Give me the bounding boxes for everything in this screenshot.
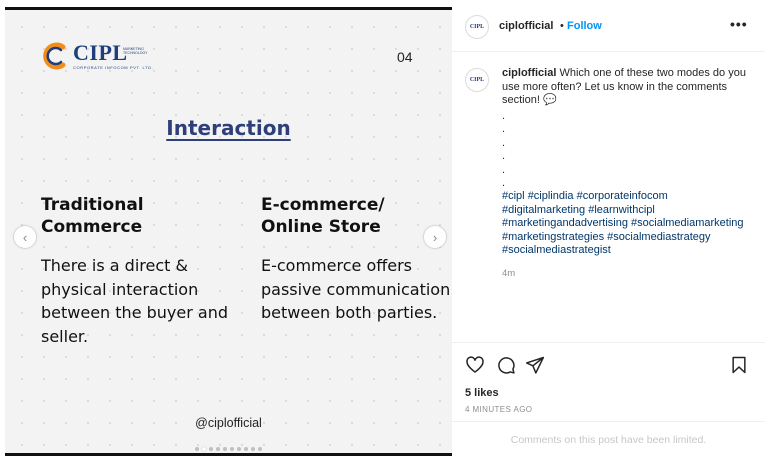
slide-handle: @ciplofficial [195,416,262,430]
caption-dot-line: . [502,163,506,176]
hashtag-link[interactable]: #digitalmarketing [502,204,585,216]
caption-dot-line: . [502,177,506,190]
carousel-dot [223,447,227,451]
caption-hashtags: #cipl #ciplindia #corporateinfocom #digi… [502,190,752,258]
carousel-dot [195,447,199,451]
hashtag-link[interactable]: #socialmediamarketing [631,217,744,229]
speech-bubble-emoji-icon: 💬 [542,94,557,107]
caption-time-ago[interactable]: 4m [502,268,515,279]
next-slide-button[interactable]: › [424,226,446,248]
header-username[interactable]: ciplofficial [499,20,553,32]
likes-count[interactable]: 5 likes [465,387,499,399]
comment-icon[interactable] [496,355,516,375]
avatar-label: CIPL [469,24,485,30]
hashtag-link[interactable]: #ciplindia [528,190,574,202]
caption-avatar[interactable]: CIPL [465,68,489,92]
post-caption: ciplofficial Which one of these two mode… [502,67,750,108]
caption-avatar-label: CIPL [469,77,485,83]
posted-time: 4 MINUTES AGO [465,405,533,414]
caption-dot-line: . [502,136,506,149]
logo-tagline: MARKETING TECHNOLOGY [123,47,148,55]
cipl-logo: CIPL CORPORATE INFOCOM PVT. LTD. MARKETI… [41,39,153,73]
more-options-icon[interactable]: ••• [730,16,748,32]
comments-divider [452,421,765,422]
hashtag-link[interactable]: #corporateinfocom [577,190,668,202]
hashtag-link[interactable]: #socialmediastrategy [607,231,710,243]
carousel-dot [258,447,262,451]
left-column-title: Traditional Commerce [41,195,144,237]
caption-dot-line: . [502,110,506,122]
carousel-dots [5,447,452,451]
follow-button[interactable]: Follow [567,20,602,32]
hashtag-link[interactable]: #cipl [502,190,525,202]
logo-subtitle: CORPORATE INFOCOM PVT. LTD. [73,65,154,70]
caption-dot-line: . [502,150,506,163]
hashtag-link[interactable]: #learnwithcipl [588,204,655,216]
right-column-title: E-commerce/ Online Store [261,195,385,237]
slide-page-number: 04 [397,49,413,65]
avatar[interactable]: CIPL [465,15,489,39]
slide-heading: Interaction [166,116,291,140]
heart-icon[interactable] [465,355,485,375]
carousel-dot [216,447,220,451]
carousel-dot [244,447,248,451]
bookmark-icon[interactable] [729,355,749,375]
post-media-slide[interactable]: CIPL CORPORATE INFOCOM PVT. LTD. MARKETI… [5,7,452,456]
comments-limited-notice: Comments on this post have been limited. [510,434,707,446]
left-column-body: There is a direct & physical interaction… [41,256,228,346]
carousel-dot [209,447,213,451]
chevron-right-icon: › [432,229,438,245]
actions-divider [452,342,765,343]
cipl-logo-mark-icon [43,42,66,70]
caption-username[interactable]: ciplofficial [502,67,556,79]
previous-slide-button[interactable]: ‹ [14,226,36,248]
header-separator: • [560,20,564,32]
caption-dot-line: . [502,123,506,136]
carousel-dot [237,447,241,451]
hashtag-link[interactable]: #socialmediastrategist [502,244,611,256]
carousel-dot [202,447,206,451]
carousel-dot [230,447,234,451]
hashtag-link[interactable]: #marketingandadvertising [502,217,628,229]
hashtag-link[interactable]: #marketingstrategies [502,231,604,243]
post-header: CIPL ciplofficial • Follow ••• [452,0,765,52]
caption-dots: ...... [502,110,505,190]
chevron-left-icon: ‹ [22,229,28,245]
share-icon[interactable] [525,355,545,375]
post-panel: CIPL ciplofficial • Follow ••• CIPL cipl… [452,0,765,464]
right-column-body: E-commerce offers passive communication … [261,256,451,322]
carousel-dot [251,447,255,451]
